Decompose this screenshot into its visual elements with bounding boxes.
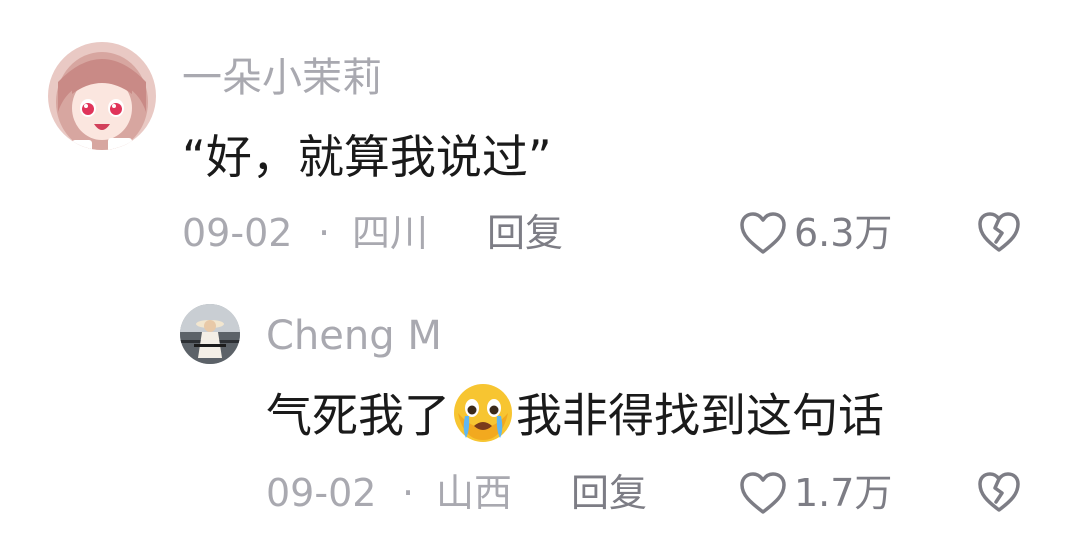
comment-text-part: 气死我了: [266, 388, 450, 443]
meta-separator: ·: [318, 211, 331, 255]
like-count: 1.7万: [794, 471, 893, 515]
anime-girl-avatar-icon: [48, 42, 156, 150]
person-with-hat-photo-avatar-icon: [180, 304, 240, 364]
heart-outline-icon: [740, 212, 786, 254]
username[interactable]: Cheng M: [266, 316, 442, 356]
dislike-button[interactable]: [976, 210, 1022, 258]
comment-text: 气死我了 我非得找到这句话: [266, 384, 884, 450]
comment-date: 09-02: [266, 471, 377, 515]
heart-outline-icon: [740, 472, 786, 514]
reply-button[interactable]: 回复: [571, 474, 647, 512]
dislike-button[interactable]: [976, 470, 1022, 518]
like-button[interactable]: 1.7万: [738, 470, 892, 516]
broken-heart-icon: [978, 212, 1020, 252]
username[interactable]: 一朵小茉莉: [182, 58, 382, 98]
comment-location: 四川: [352, 211, 429, 255]
like-count: 6.3万: [794, 211, 893, 255]
user-avatar[interactable]: [180, 304, 240, 364]
comment-text-part: 我非得找到这句话: [516, 388, 884, 443]
comment-date: 09-02: [182, 211, 293, 255]
comment-thread: 一朵小茉莉 “好，就算我说过” 09-02 · 四川 回复 6.3万 Cheng…: [0, 0, 1080, 534]
broken-heart-icon: [978, 472, 1020, 512]
meta-separator: ·: [402, 471, 415, 515]
comment-location: 山西: [436, 471, 513, 515]
crying-face-emoji-icon: [454, 384, 512, 442]
comment-text: “好，就算我说过”: [182, 130, 552, 184]
like-button[interactable]: 6.3万: [738, 210, 892, 256]
user-avatar[interactable]: [48, 42, 156, 150]
reply-button[interactable]: 回复: [487, 214, 563, 252]
